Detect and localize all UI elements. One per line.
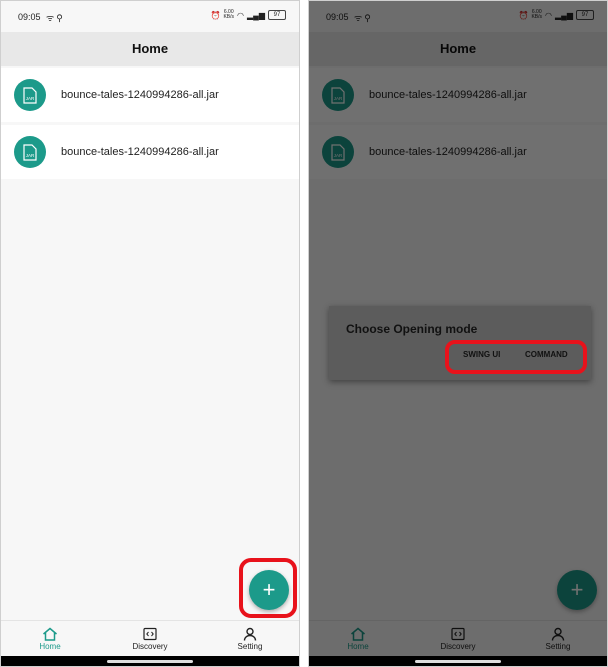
status-time: 09:05 <box>18 12 41 22</box>
gesture-pill[interactable] <box>107 660 193 663</box>
file-list: JAR bounce-tales-1240994286-all.jar JAR … <box>0 68 300 182</box>
person-icon <box>243 627 257 641</box>
dialog-title: Choose Opening mode <box>346 322 478 336</box>
notification-icon: ᯤ <box>46 13 57 23</box>
nav-item-home[interactable]: Home <box>0 621 100 657</box>
gesture-pill[interactable] <box>415 660 501 663</box>
net-speed-unit: KB/s <box>223 14 235 20</box>
gesture-bar <box>308 656 608 667</box>
jar-file-icon: JAR <box>14 79 46 111</box>
nav-label: Discovery <box>132 642 168 651</box>
status-right-icons: ⏰ 6.00KB/s ◠ ▂▄▆ 97 <box>210 10 286 20</box>
svg-text:JAR: JAR <box>26 96 35 101</box>
highlight-box <box>239 558 297 618</box>
phone-screen-dialog: 09:05 ᯤ⚲ ⏰ 6.00KB/s ◠ ▂▄▆ 97 Home JAR bo… <box>308 0 608 667</box>
page-title: Home <box>0 32 300 66</box>
jar-file-icon: JAR <box>14 136 46 168</box>
gesture-bar <box>0 656 300 667</box>
nav-item-setting[interactable]: Setting <box>200 621 300 657</box>
list-item[interactable]: JAR bounce-tales-1240994286-all.jar <box>0 125 300 179</box>
battery-indicator: 97 <box>268 10 286 20</box>
highlight-box <box>445 340 587 374</box>
signal-icon: ▂▄▆ <box>247 10 265 20</box>
svg-text:JAR: JAR <box>26 153 35 158</box>
status-bar: 09:05 ᯤ⚲ ⏰ 6.00KB/s ◠ ▂▄▆ 97 <box>0 0 300 32</box>
wifi-icon: ◠ <box>237 10 245 20</box>
phone-screen-home: 09:05 ᯤ⚲ ⏰ 6.00 KB/s ◠ ▂▄▆ 97 Home JAR bo… <box>0 0 300 667</box>
code-icon <box>143 627 157 641</box>
nav-label: Home <box>39 642 61 651</box>
net-speed: 6.00KB/s <box>223 10 234 20</box>
nav-item-discovery[interactable]: Discovery <box>100 621 200 657</box>
alarm-icon: ⏰ <box>210 10 221 20</box>
nav-label: Setting <box>237 642 263 651</box>
search-status-icon: ⚲ <box>56 13 65 23</box>
file-name: bounce-tales-1240994286-all.jar <box>61 146 219 158</box>
list-item[interactable]: JAR bounce-tales-1240994286-all.jar <box>0 68 300 122</box>
status-left-icons: ᯤ⚲ <box>46 11 65 24</box>
file-name: bounce-tales-1240994286-all.jar <box>61 89 219 101</box>
bottom-navigation: Home Discovery Setting <box>0 620 300 657</box>
home-icon <box>43 627 57 641</box>
